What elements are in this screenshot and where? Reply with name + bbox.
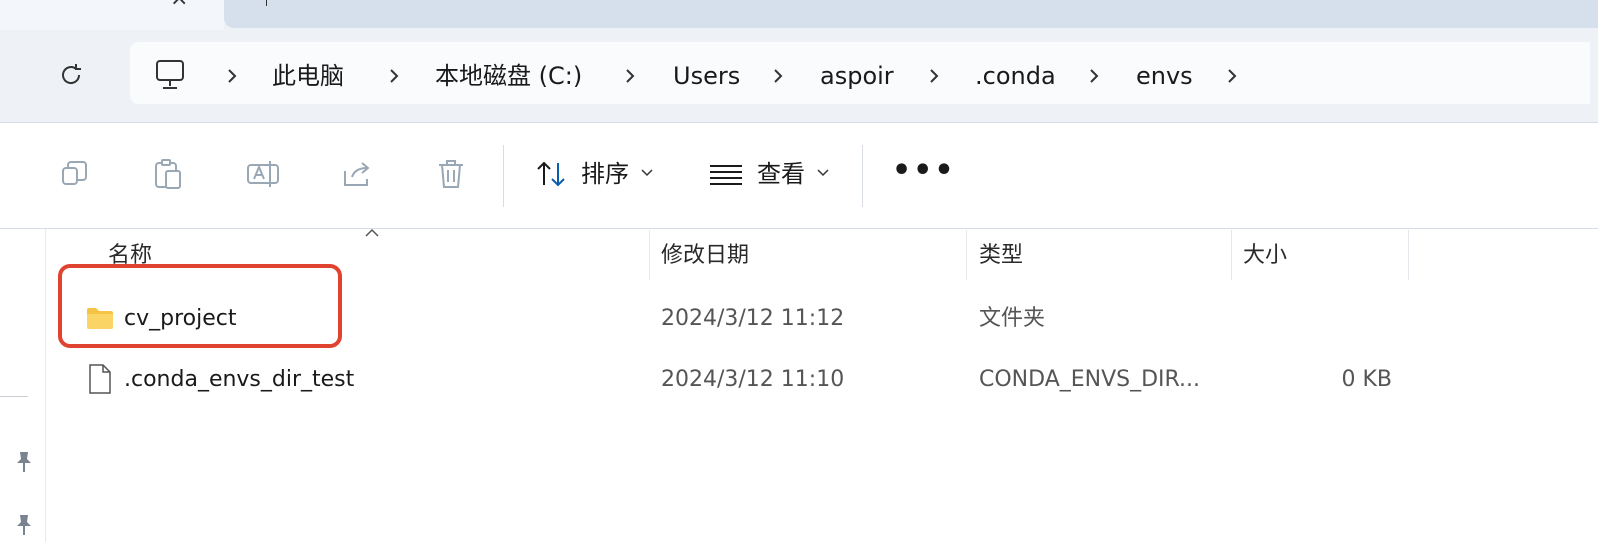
copy-icon[interactable] — [58, 157, 92, 191]
command-bar: 排序 查看 ••• — [0, 123, 1598, 229]
highlight-box — [58, 264, 342, 348]
toolbar-divider — [862, 145, 863, 207]
column-divider[interactable] — [966, 230, 967, 280]
file-modified: 2024/3/12 11:12 — [661, 306, 845, 331]
chevron-down-icon[interactable] — [641, 169, 653, 177]
address-bar[interactable]: 此电脑 本地磁盘 (C:) Users aspoir .conda envs — [130, 42, 1590, 104]
chevron-right-icon[interactable] — [770, 61, 786, 91]
active-tab[interactable]: × — [0, 0, 224, 30]
rename-icon[interactable] — [246, 157, 280, 191]
sort-ascending-icon — [365, 228, 379, 237]
navigation-pane — [0, 229, 46, 542]
delete-icon[interactable] — [434, 157, 468, 191]
tab-strip: × — [0, 0, 1598, 30]
breadcrumb-users[interactable]: Users — [673, 61, 740, 91]
column-header-modified[interactable]: 修改日期 — [661, 240, 749, 272]
chevron-right-icon[interactable] — [622, 61, 638, 91]
chevron-down-icon[interactable] — [817, 169, 829, 177]
chevron-right-icon[interactable] — [224, 61, 240, 91]
file-row[interactable]: .conda_envs_dir_test 2024/3/12 11:10 CON… — [60, 355, 1410, 407]
file-type: CONDA_ENVS_DIR... — [979, 367, 1201, 392]
refresh-icon[interactable] — [56, 60, 86, 90]
breadcrumb-aspoir[interactable]: aspoir — [820, 61, 894, 91]
column-divider[interactable] — [1231, 230, 1232, 280]
tab-bar-background — [224, 0, 1598, 28]
close-tab-icon[interactable]: × — [170, 0, 188, 11]
breadcrumb-envs[interactable]: envs — [1136, 61, 1193, 91]
file-icon — [89, 364, 111, 394]
toolbar-divider — [503, 145, 504, 207]
column-header-type[interactable]: 类型 — [979, 240, 1023, 272]
chevron-right-icon[interactable] — [386, 61, 402, 91]
file-size: 0 KB — [1341, 367, 1392, 392]
text-caret — [266, 0, 267, 6]
this-pc-icon[interactable] — [154, 58, 186, 92]
breadcrumb-local-disk[interactable]: 本地磁盘 (C:) — [435, 61, 582, 91]
column-divider[interactable] — [1408, 230, 1409, 280]
navigation-bar: 此电脑 本地磁盘 (C:) Users aspoir .conda envs — [0, 30, 1598, 123]
more-options-icon[interactable]: ••• — [892, 156, 956, 186]
file-type: 文件夹 — [979, 306, 1046, 331]
pin-icon[interactable] — [14, 450, 34, 474]
chevron-right-icon[interactable] — [1224, 61, 1240, 91]
view-icon[interactable] — [708, 157, 742, 191]
view-button[interactable]: 查看 — [757, 159, 805, 189]
chevron-right-icon[interactable] — [1086, 61, 1102, 91]
sort-icon[interactable] — [534, 157, 568, 191]
chevron-right-icon[interactable] — [926, 61, 942, 91]
file-modified: 2024/3/12 11:10 — [661, 367, 845, 392]
share-icon[interactable] — [340, 157, 374, 191]
breadcrumb-conda[interactable]: .conda — [975, 61, 1056, 91]
sidebar-divider — [0, 396, 28, 397]
pin-icon[interactable] — [14, 513, 34, 537]
file-name[interactable]: .conda_envs_dir_test — [124, 365, 354, 395]
column-divider[interactable] — [649, 230, 650, 280]
column-header-size[interactable]: 大小 — [1243, 240, 1287, 272]
paste-icon[interactable] — [152, 157, 186, 191]
breadcrumb-this-pc[interactable]: 此电脑 — [272, 61, 344, 91]
sort-button[interactable]: 排序 — [581, 159, 629, 189]
